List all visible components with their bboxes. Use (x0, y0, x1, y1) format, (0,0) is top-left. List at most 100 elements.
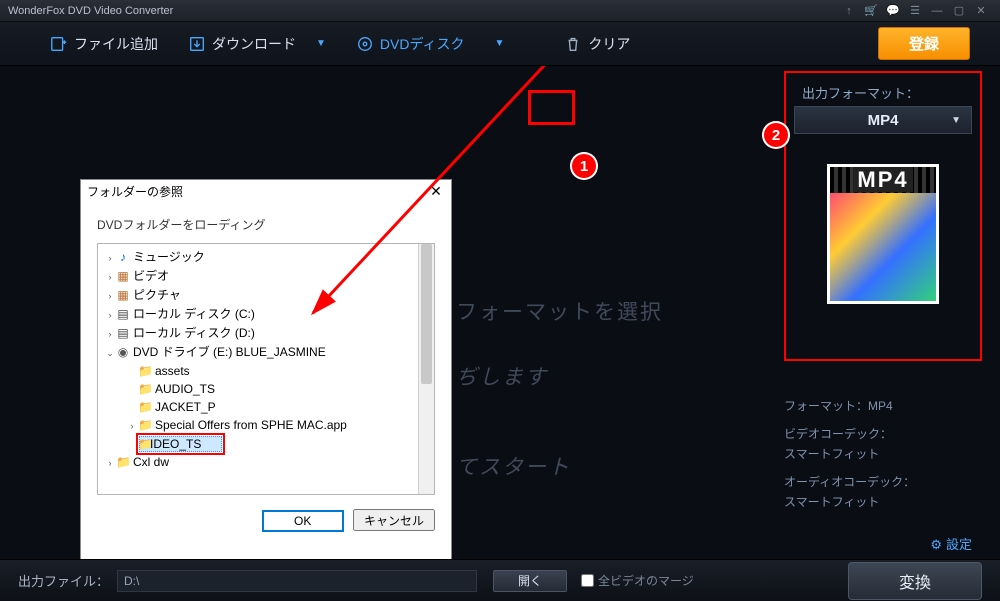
tree-item-label: ローカル ディスク (C:) (133, 307, 255, 321)
tree-item[interactable]: ›▤ローカル ディスク (C:) (104, 305, 434, 324)
output-format-value: MP4 (868, 112, 899, 129)
maximize-icon[interactable]: ▢ (948, 4, 970, 17)
bg-hint-line3: てスタート (456, 451, 571, 481)
up-icon[interactable]: ↑ (838, 5, 860, 17)
output-path-input[interactable] (117, 570, 477, 592)
tree-item-label: ローカル ディスク (D:) (133, 326, 255, 340)
expand-icon[interactable]: ⌄ (104, 344, 116, 362)
dialog-instruction: DVDフォルダーをローディング (81, 202, 451, 243)
output-file-label: 出力ファイル： (18, 571, 109, 590)
meta-vcodec: ビデオコーデック： スマートフィット (784, 424, 982, 464)
expand-icon[interactable]: › (104, 287, 116, 305)
expand-icon[interactable]: › (104, 325, 116, 343)
folder-tree[interactable]: ›♪ミュージック›▦ビデオ›▦ピクチャ›▤ローカル ディスク (C:)›▤ローカ… (97, 243, 435, 495)
minimize-icon[interactable]: — (926, 5, 948, 17)
dialog-title: フォルダーの参照 (87, 183, 427, 200)
tree-item[interactable]: ›♪ミュージック (104, 248, 434, 267)
tree-item[interactable]: ›▦ビデオ (104, 267, 434, 286)
scrollbar-thumb[interactable] (421, 244, 432, 384)
tree-item[interactable]: 📁VIDEO_TS (104, 435, 434, 453)
body-area: フォーマットを選択 ぢします てスタート 出力フォーマット： MP4 ▼ MP4… (0, 66, 1000, 559)
tree-item[interactable]: ›📁Cxl dw (104, 453, 434, 472)
register-button[interactable]: 登録 (878, 27, 970, 60)
bg-hint-format: フォーマットを選択 (456, 296, 663, 326)
expand-icon[interactable]: › (104, 268, 116, 286)
tree-item-label: Special Offers from SPHE MAC.app (155, 418, 347, 432)
tree-item-label: ピクチャ (133, 288, 181, 302)
dvd-chevron-icon[interactable]: ▼ (495, 38, 505, 49)
tree-item[interactable]: 📁assets (104, 362, 434, 380)
output-format-label: 出力フォーマット： (786, 73, 980, 106)
tree-item-label: DVD ドライブ (E:) BLUE_JASMINE (133, 345, 326, 359)
thumb-image (830, 193, 936, 301)
expand-icon[interactable]: › (126, 417, 138, 435)
download-chevron-icon[interactable]: ▼ (316, 38, 326, 49)
merge-checkbox-input[interactable] (581, 574, 594, 587)
settings-link[interactable]: 設定 (930, 534, 972, 553)
tree-item[interactable]: ›▤ローカル ディスク (D:) (104, 324, 434, 343)
chevron-down-icon: ▼ (951, 115, 961, 126)
folder-icon: ▤ (116, 305, 130, 323)
folder-icon: 📁 (138, 435, 152, 453)
merge-label: 全ビデオのマージ (598, 572, 694, 589)
app-title: WonderFox DVD Video Converter (8, 5, 838, 17)
annotation-box-dvd-dropdown (528, 90, 575, 125)
folder-icon: ◉ (116, 343, 130, 361)
download-label: ダウンロード (212, 34, 296, 54)
bg-hint-line2: ぢします (456, 361, 548, 391)
meta-format: フォーマット：MP4 (784, 396, 982, 416)
ok-button[interactable]: OK (262, 510, 344, 532)
cart-icon[interactable]: 🛒 (860, 4, 882, 17)
register-label: 登録 (909, 36, 939, 53)
dvd-icon (356, 35, 374, 53)
convert-button[interactable]: 変換 (848, 562, 982, 600)
folder-icon: ▦ (116, 286, 130, 304)
output-format-thumbnail[interactable]: MP4 (827, 164, 939, 304)
meta-acodec: オーディオコーデック： スマートフィット (784, 472, 982, 512)
dvd-disc-button[interactable]: DVDディスク ▼ (356, 34, 505, 54)
merge-checkbox[interactable]: 全ビデオのマージ (581, 572, 694, 589)
close-icon[interactable]: ✕ (970, 4, 992, 17)
tree-item[interactable]: ›📁Special Offers from SPHE MAC.app (104, 416, 434, 435)
add-file-label: ファイル追加 (74, 34, 158, 54)
download-icon (188, 35, 206, 53)
expand-icon[interactable]: › (104, 249, 116, 267)
trash-icon (564, 35, 582, 53)
tree-item[interactable]: ⌄◉DVD ドライブ (E:) BLUE_JASMINE (104, 343, 434, 362)
annotation-callout-2: 2 (762, 121, 790, 149)
tree-item-label: Cxl dw (133, 455, 169, 469)
menu-icon[interactable]: ☰ (904, 4, 926, 17)
annotation-callout-1: 1 (570, 152, 598, 180)
expand-icon[interactable]: › (104, 454, 116, 472)
open-folder-button[interactable]: 開く (493, 570, 567, 592)
bottom-bar: 出力ファイル： 開く 全ビデオのマージ 変換 (0, 559, 1000, 601)
dialog-close-icon[interactable]: ✕ (427, 183, 445, 200)
tree-item-label: assets (155, 364, 190, 378)
output-format-dropdown[interactable]: MP4 ▼ (794, 106, 972, 134)
folder-browse-dialog: フォルダーの参照 ✕ DVDフォルダーをローディング ›♪ミュージック›▦ビデオ… (80, 179, 452, 561)
dialog-titlebar: フォルダーの参照 ✕ (81, 180, 451, 202)
clear-label: クリア (588, 34, 630, 54)
expand-icon[interactable]: › (104, 306, 116, 324)
chat-icon[interactable]: 💬 (882, 4, 904, 17)
dvd-disc-label: DVDディスク (380, 34, 465, 54)
folder-icon: 📁 (116, 453, 130, 471)
thumb-format-text: MP4 (830, 167, 936, 193)
folder-icon: ▦ (116, 267, 130, 285)
tree-item[interactable]: ›▦ピクチャ (104, 286, 434, 305)
tree-scrollbar[interactable] (418, 244, 434, 494)
dialog-buttons: OK キャンセル (81, 495, 451, 546)
tree-item[interactable]: 📁JACKET_P (104, 398, 434, 416)
tree-item-label: ミュージック (133, 250, 205, 264)
download-button[interactable]: ダウンロード ▼ (188, 34, 326, 54)
folder-icon: ▤ (116, 324, 130, 342)
add-file-button[interactable]: ファイル追加 (50, 34, 158, 54)
folder-icon: 📁 (138, 416, 152, 434)
tree-item[interactable]: 📁AUDIO_TS (104, 380, 434, 398)
output-meta: フォーマット：MP4 ビデオコーデック： スマートフィット オーディオコーデック… (784, 396, 982, 520)
toolbar: ファイル追加 ダウンロード ▼ DVDディスク ▼ クリア 登録 (0, 22, 1000, 66)
output-format-panel: 出力フォーマット： MP4 ▼ MP4 (784, 71, 982, 361)
cancel-button[interactable]: キャンセル (353, 509, 435, 531)
clear-button[interactable]: クリア (564, 34, 630, 54)
add-file-icon (50, 35, 68, 53)
